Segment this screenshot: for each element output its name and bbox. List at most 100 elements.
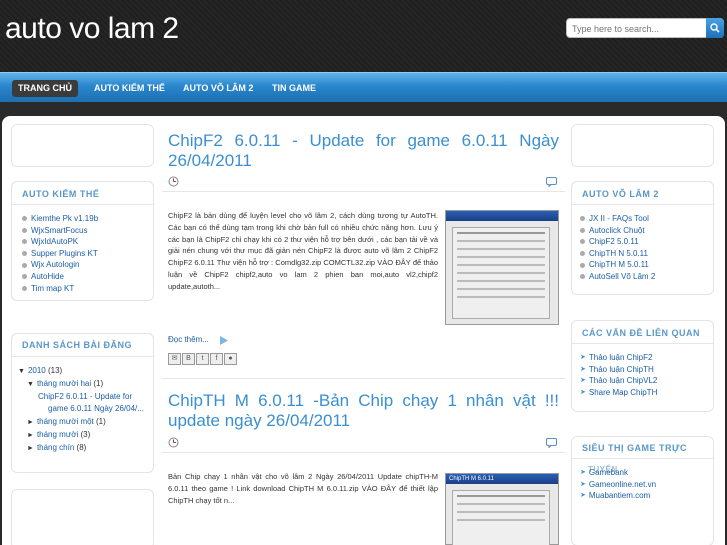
divider [162,378,565,379]
list-item[interactable]: ChipF2 5.0.11 [580,236,655,248]
bullet-icon [580,239,585,245]
list-item[interactable]: ChipTH N 5.0.11 [580,248,655,260]
bullet-icon [580,227,585,233]
list-item[interactable]: Kiemthe Pk v1.19b [22,213,98,225]
archive-month[interactable]: ► tháng mười một (1) [27,417,106,426]
list-related: ➤ Thảo luận ChipF2 ➤ Thảo luận ChipTH ➤ Thả… [580,352,657,398]
triangle-right-icon: ► [27,432,34,439]
thumbnail-line [457,296,545,298]
list-item[interactable]: ➤ Thảo luận ChipTH [580,364,657,376]
thumbnail-line [457,264,545,266]
post-title[interactable]: ChipF2 6.0.11 - Update for game 6.0.11 N… [168,131,559,171]
divider [162,452,565,453]
share-buttons: ✉ B t f ● [168,353,237,365]
facebook-share-icon[interactable]: f [210,353,223,365]
archive-month-open[interactable]: ▼ tháng mười hai (1) [27,379,103,388]
post-thumbnail[interactable] [445,210,559,325]
list-item[interactable]: ➤ Thảo luận ChipVL2 [580,375,657,387]
search-input[interactable] [567,20,705,38]
site-title[interactable]: auto vo lam 2 [5,12,179,46]
thumbnail-line [457,511,545,513]
thumbnail-line [457,280,545,282]
search-box [566,18,724,38]
archive-post-link[interactable]: ChipF2 6.0.11 - Update for [38,392,132,401]
bullet-icon [22,285,27,291]
list-item[interactable]: AutoSell Võ Lâm 2 [580,271,655,283]
thumbnail-line [457,256,545,258]
list-item[interactable]: ChipTH M 5.0.11 [580,259,655,271]
list-item[interactable]: WjxSmartFocus [22,225,98,237]
read-more-link[interactable]: Đọc thêm... [168,335,209,344]
list-item[interactable]: ➤ Gameonline.net.vn [580,479,656,491]
thumbnail-line [457,288,545,290]
email-share-icon[interactable]: ✉ [168,353,181,365]
nav-item-auto-vo-lam-2[interactable]: AUTO VÕ LÂM 2 [177,80,259,97]
archive-month[interactable]: ► tháng chín (8) [27,443,86,452]
archive-year[interactable]: ▼ 2010 (13) [18,366,62,375]
clock-icon [168,176,179,187]
thumbnail-titlebar [446,211,558,221]
bullet-icon [22,274,27,280]
widget-title-archive: DANH SÁCH BÀI ĐĂNG [22,340,132,350]
nav-item-auto-kiem-the[interactable]: AUTO KIẾM THẾ [88,80,171,97]
bullet-icon [22,251,27,257]
blog-share-icon[interactable]: B [182,353,195,365]
divider [572,458,713,459]
triangle-right-icon: ► [27,419,34,426]
thumbnail-line [457,248,545,250]
divider [572,204,713,205]
search-icon [710,23,720,33]
arrow-right-icon: ➤ [580,492,586,500]
buzz-share-icon[interactable]: ● [224,353,237,365]
archive-month[interactable]: ► tháng mười (3) [27,430,90,439]
list-item[interactable]: ➤ Muabantiem.com [580,490,656,502]
archive-post-link-cont[interactable]: game 6.0.11 Ngày 26/04/... [48,404,144,413]
arrow-right-icon: ➤ [580,365,586,373]
thumbnail-panel [452,490,550,545]
thumbnail-line [457,232,545,234]
comment-icon[interactable] [546,177,557,187]
thumbnail-line [457,272,545,274]
left-top-box [11,124,154,167]
twitter-share-icon[interactable]: t [196,353,209,365]
widget-title-auto-vo-lam-2: AUTO VÕ LÂM 2 [582,189,659,199]
list-item[interactable]: JX II - FAQs Tool [580,213,655,225]
arrow-right-icon: ➤ [580,388,586,396]
thumbnail-titlebar: ChipTH M 6.0.11 [446,474,558,484]
list-item[interactable]: ➤ Thảo luận ChipF2 [580,352,657,364]
bullet-icon [22,262,27,268]
comment-icon[interactable] [546,438,557,448]
nav-item-trang-chu[interactable]: TRANG CHỦ [12,80,78,97]
list-item[interactable]: ➤ Share Map ChipTH [580,387,657,399]
bullet-icon [580,262,585,268]
post-excerpt: Bản Chip chạy 1 nhân vật cho võ lâm 2 Ng… [168,472,438,505]
bullet-icon [580,274,585,280]
right-top-box [571,124,714,167]
arrow-right-icon: ➤ [580,354,586,361]
thumbnail-line [457,503,545,505]
search-button[interactable] [706,18,724,38]
post-title[interactable]: ChipTH M 6.0.11 -Bản Chip chạy 1 nhân vậ… [168,391,559,431]
list-item[interactable]: WjxIdAutoPK [22,236,98,248]
arrow-right-icon: ➤ [580,469,586,476]
play-arrow-icon[interactable] [220,336,228,345]
divider [162,191,565,192]
list-item[interactable]: AutoHide [22,271,98,283]
list-item[interactable]: Autoclick Chuột [580,225,655,237]
post-excerpt: ChipF2 là bản dùng để luyện level cho võ… [168,211,438,291]
bullet-icon [22,227,27,233]
list-item[interactable]: ➤ Gamebank [580,467,656,479]
post-thumbnail[interactable]: ChipTH M 6.0.11 [445,473,559,545]
list-auto-kiem-the: Kiemthe Pk v1.19b WjxSmartFocus WjxIdAut… [22,213,98,294]
list-market: ➤ Gamebank ➤ Gameonline.net.vn ➤ Muabantiem… [580,467,656,502]
thumbnail-line [457,495,545,497]
list-item[interactable]: Tim map KT [22,283,98,295]
arrow-right-icon: ➤ [580,480,586,488]
nav-item-tin-game[interactable]: TIN GAME [266,80,322,97]
list-item[interactable]: Supper Plugins KT [22,248,98,260]
header: auto vo lam 2 [0,0,727,72]
divider [572,343,713,344]
widget-title-related: CÁC VẤN ĐỀ LIÊN QUAN [582,328,701,338]
list-item[interactable]: Wjx Autologin [22,259,98,271]
left-bottom-box [11,489,154,545]
